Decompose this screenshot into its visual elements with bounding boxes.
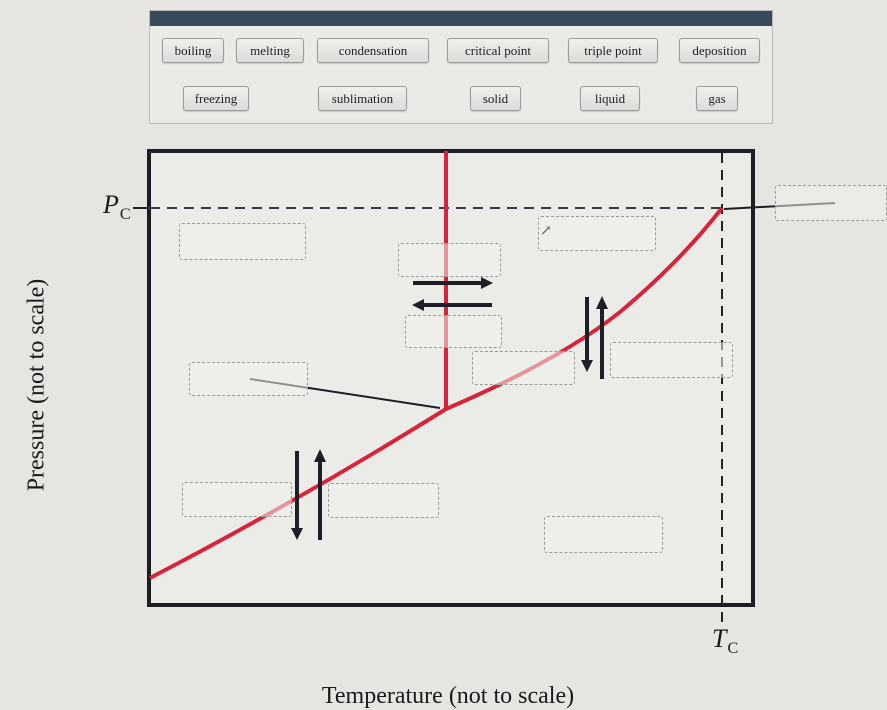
word-bank: boiling melting condensation critical po… <box>149 10 773 124</box>
pc-subscript: C <box>119 206 131 223</box>
pc-symbol: P <box>103 190 119 219</box>
mouse-cursor-icon: ↗ <box>540 224 552 239</box>
drop-target-liquid-gas-up[interactable] <box>610 342 733 378</box>
chip-condensation[interactable]: condensation <box>317 38 429 63</box>
chip-boiling[interactable]: boiling <box>162 38 224 63</box>
drop-target-arrow-right[interactable] <box>398 243 501 277</box>
chip-liquid[interactable]: liquid <box>580 86 640 111</box>
drop-target-region-upper-right[interactable] <box>538 216 656 251</box>
drop-target-arrow-left[interactable] <box>405 315 502 348</box>
x-axis-label: Temperature (not to scale) <box>321 683 575 709</box>
word-bank-header <box>150 11 772 26</box>
chip-deposition[interactable]: deposition <box>679 38 760 63</box>
tc-symbol: T <box>712 624 727 653</box>
tc-label: TC <box>712 624 738 658</box>
drop-target-solid-gas-down[interactable] <box>182 482 292 517</box>
drop-target-triple-point[interactable] <box>189 362 308 396</box>
chip-gas[interactable]: gas <box>696 86 738 111</box>
chip-freezing[interactable]: freezing <box>183 86 249 111</box>
y-axis-label: Pressure (not to scale) <box>23 278 50 492</box>
chip-triple-point[interactable]: triple point <box>568 38 658 63</box>
chip-sublimation[interactable]: sublimation <box>318 86 407 111</box>
chip-melting[interactable]: melting <box>236 38 304 63</box>
drop-target-solid-gas-up[interactable] <box>328 483 439 518</box>
chip-critical-point[interactable]: critical point <box>447 38 549 63</box>
drop-target-region-upper-left[interactable] <box>179 223 306 260</box>
chip-solid[interactable]: solid <box>470 86 521 111</box>
pc-label: PC <box>103 190 131 224</box>
tc-subscript: C <box>727 640 739 657</box>
drop-target-region-bottom-right[interactable] <box>544 516 663 553</box>
drop-target-liquid-gas-down[interactable] <box>472 351 575 385</box>
drop-target-critical-point[interactable] <box>775 185 887 221</box>
